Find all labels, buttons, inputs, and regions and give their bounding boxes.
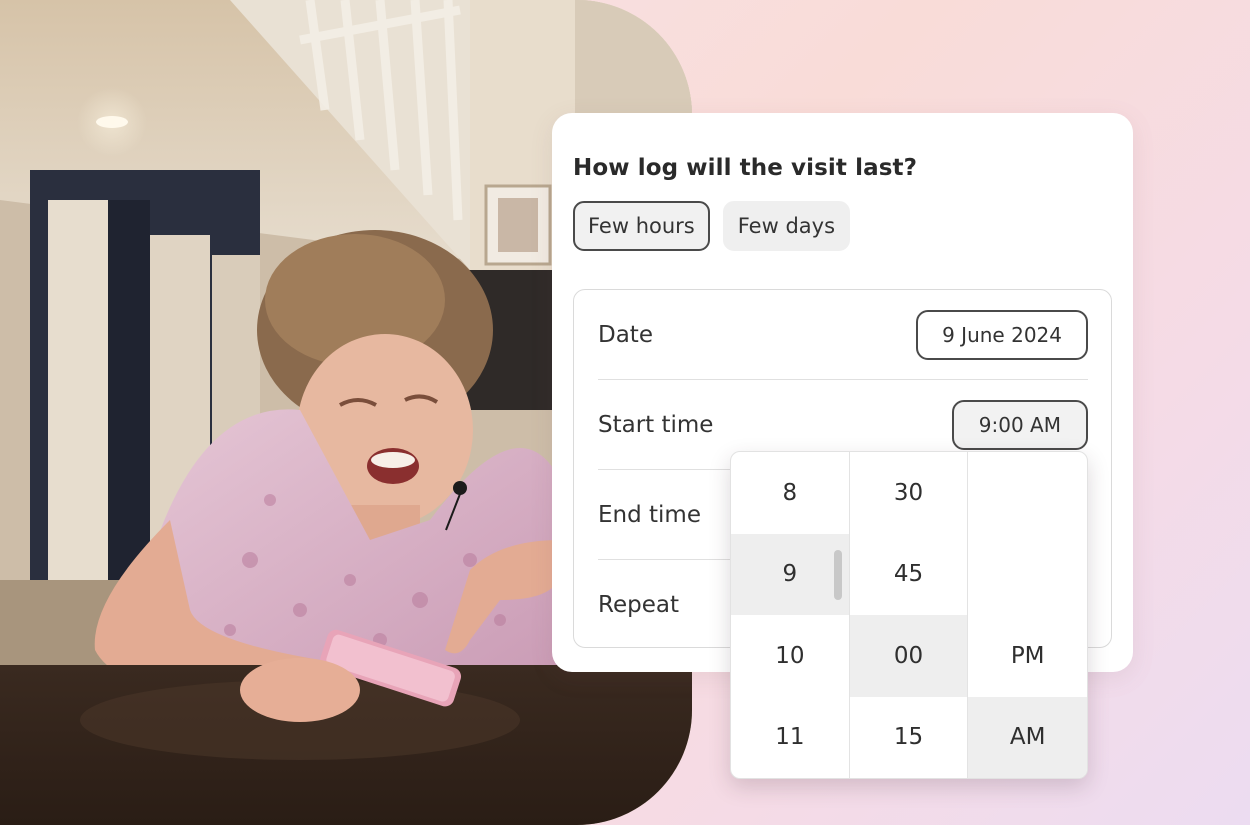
- minute-option-selected[interactable]: 00: [849, 615, 968, 697]
- few-hours-option[interactable]: Few hours: [573, 201, 710, 251]
- date-label: Date: [598, 321, 653, 348]
- hour-option[interactable]: 10: [731, 615, 849, 697]
- visit-duration-question: How log will the visit last?: [573, 155, 918, 181]
- date-row: Date 9 June 2024: [598, 290, 1088, 380]
- hour-option[interactable]: 11: [731, 697, 849, 779]
- time-picker-dropdown: 8 9 10 11 30 45 00 15 PM AM: [730, 451, 1088, 779]
- start-time-label: Start time: [598, 411, 714, 438]
- duration-options: Few hours Few days: [573, 201, 851, 251]
- period-empty-slot: [968, 534, 1087, 616]
- hour-option-selected[interactable]: 9: [731, 533, 849, 615]
- end-time-label: End time: [598, 501, 701, 528]
- hour-option[interactable]: 8: [731, 452, 849, 534]
- start-time-button[interactable]: 9:00 AM: [951, 399, 1088, 450]
- minute-option[interactable]: 45: [850, 534, 968, 616]
- period-column[interactable]: PM AM: [968, 452, 1087, 778]
- period-option-am-selected[interactable]: AM: [968, 696, 1087, 778]
- minute-option[interactable]: 30: [850, 452, 968, 534]
- period-empty-slot: [968, 452, 1087, 534]
- hour-column[interactable]: 8 9 10 11: [731, 452, 850, 778]
- minute-column[interactable]: 30 45 00 15: [849, 452, 969, 779]
- period-option-pm[interactable]: PM: [968, 615, 1087, 697]
- minute-option[interactable]: 15: [850, 697, 968, 779]
- date-picker-button[interactable]: 9 June 2024: [916, 309, 1088, 360]
- few-days-option[interactable]: Few days: [722, 201, 851, 251]
- hour-scrollbar[interactable]: [833, 550, 842, 600]
- repeat-label: Repeat: [598, 592, 679, 618]
